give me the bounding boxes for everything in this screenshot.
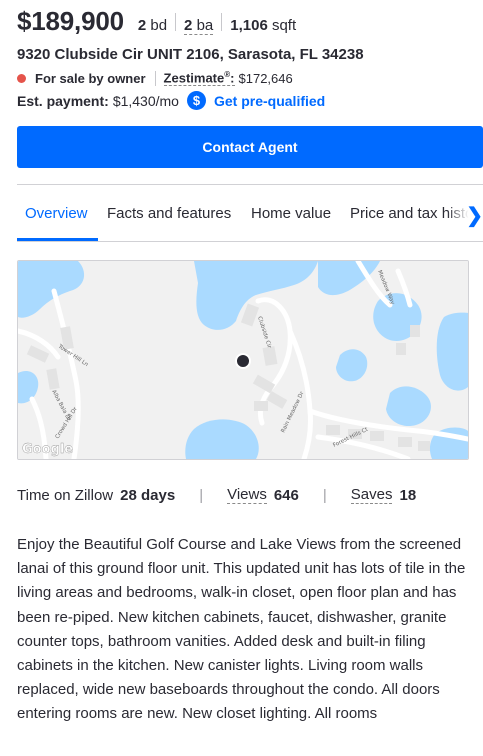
listing-address: 9320 Clubside Cir UNIT 2106, Sarasota, F… [17, 46, 364, 63]
contact-agent-button[interactable]: Contact Agent [17, 126, 483, 168]
map-watermark: Google [22, 442, 73, 457]
time-on-zillow-label: Time on Zillow [17, 486, 114, 504]
payment-label: Est. payment: [17, 92, 109, 109]
location-pin-icon [235, 353, 251, 369]
divider: | [199, 486, 204, 504]
status-row: For sale by owner Zestimate®: $172,646 [17, 70, 293, 87]
views-value: 646 [273, 486, 299, 504]
listing-stats: Time on Zillow 28 days | Views 646 | Sav… [17, 486, 416, 504]
tab-home-value[interactable]: Home value [251, 205, 331, 222]
zestimate-value: $172,646 [238, 70, 293, 86]
location-map[interactable]: Tower Hill Ln Clubside Cir Meadow Way Al… [17, 260, 469, 460]
listing-description: Enjoy the Beautiful Golf Course and Lake… [17, 536, 466, 723]
sqft-fact: 1,106 sqft [230, 17, 297, 34]
baths-fact[interactable]: 2 ba [176, 17, 221, 35]
views-label[interactable]: Views [227, 486, 267, 504]
tab-overview[interactable]: Overview [25, 205, 88, 222]
listing-price: $189,900 [17, 6, 124, 36]
saves-label[interactable]: Saves [350, 486, 393, 504]
listing-status: For sale by owner [35, 70, 146, 86]
dollar-icon: $ [186, 91, 206, 110]
summary-row: $189,900 2 bd 2 ba 1,106 sqft [17, 6, 304, 37]
beds-fact: 2 bd [137, 17, 168, 34]
tabs-divider [17, 241, 483, 242]
tab-bar: Overview Facts and features Home value P… [17, 186, 483, 242]
section-divider [17, 184, 483, 185]
payment-value: $1,430/mo [112, 92, 179, 109]
divider: | [322, 486, 327, 504]
chevron-right-icon[interactable]: ❯ [466, 203, 483, 228]
get-prequalified-link[interactable]: Get pre-qualified [214, 93, 325, 109]
payment-row: Est. payment: $1,430/mo $ Get pre-qualif… [17, 91, 325, 110]
tab-facts-and-features[interactable]: Facts and features [107, 205, 231, 222]
zestimate-label[interactable]: Zestimate®: [163, 70, 235, 87]
time-on-zillow-value: 28 days [120, 486, 176, 504]
divider [154, 70, 156, 86]
map-canvas: Tower Hill Ln Clubside Cir Meadow Way Al… [18, 261, 468, 459]
saves-value: 18 [399, 486, 417, 504]
status-dot-icon [17, 73, 26, 83]
